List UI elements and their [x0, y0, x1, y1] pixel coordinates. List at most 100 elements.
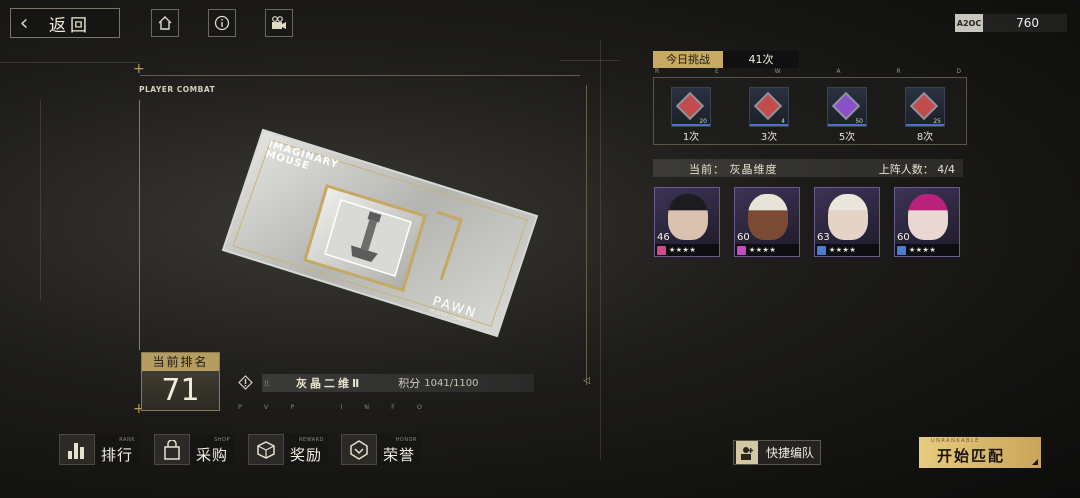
tier-name: 灰晶二维Ⅱ [296, 377, 363, 390]
currency-display: A2OC 760 [955, 14, 1067, 32]
shopping-bag-icon [154, 434, 190, 465]
character-portrait [908, 194, 948, 240]
rank-nav-button[interactable]: RANK 排行 [59, 434, 139, 465]
frame-right-line [586, 85, 587, 385]
team-count: 上阵人数： 4/4 [878, 163, 955, 176]
shop-nav-button[interactable]: SHOP 采购 [154, 434, 234, 465]
home-button[interactable] [151, 9, 179, 37]
reward-nav-button[interactable]: REWARD 奖励 [248, 434, 328, 465]
team-member-card[interactable]: 63 ★★★★ [814, 187, 880, 257]
character-portrait [828, 194, 868, 240]
current-dimension: 当前： 灰晶维度 [689, 163, 778, 176]
badge-icon [341, 434, 377, 465]
score-label: 积分 [398, 377, 421, 390]
reward-progress-bar [828, 124, 866, 126]
reward-letter: R [655, 68, 660, 75]
reward-gem-icon [753, 91, 783, 121]
honor-nav-en: HONOR [395, 437, 417, 443]
reward-progress-bar [906, 124, 944, 126]
shop-nav-en: SHOP [214, 437, 230, 443]
team-member-card[interactable]: 60 ★★★★ [734, 187, 800, 257]
today-challenge-row: 今日挑战 41次 [653, 51, 799, 68]
reward-letter: A [836, 68, 841, 75]
rank-value: 71 [161, 373, 200, 408]
start-match-en: UNRANKABLE [931, 438, 980, 444]
tier-info-bar: ⁞⁞ 灰晶二维Ⅱ 积分 1041/1100 [262, 374, 534, 392]
rank-nav-label: 排行 [101, 446, 134, 464]
home-icon [158, 16, 172, 30]
rank-label: 当前排名 [142, 353, 219, 371]
team-member-card[interactable]: 46 ★★★★ [654, 187, 720, 257]
reward-label: 1次 [682, 132, 700, 143]
currency-chip: A2OC [955, 14, 983, 32]
player-combat-label: PLAYER COMBAT [139, 85, 216, 94]
character-level: 46 [657, 232, 670, 243]
rank-nav-en: RANK [119, 437, 135, 443]
class-icon [817, 245, 826, 255]
reward-item[interactable]: 50 [827, 87, 867, 127]
currency-amount: 760 [1016, 16, 1039, 30]
pvp-info-label: PVP INFO [238, 403, 444, 411]
honor-nav-label: 荣誉 [383, 446, 416, 464]
class-icon [737, 245, 746, 255]
grip-dots-icon: ⁞⁞ [264, 378, 270, 388]
reward-item[interactable]: 4 [749, 87, 789, 127]
frame-left-line [139, 100, 140, 350]
character-stars: ★★★★ [909, 246, 937, 254]
frame-top-line [140, 75, 580, 76]
character-level: 60 [897, 232, 910, 243]
reward-track: 20 1次 4 3次 50 5次 25 8次 [653, 77, 967, 145]
character-stars: ★★★★ [829, 246, 857, 254]
reward-gem-icon [675, 91, 705, 121]
reward-item[interactable]: 25 [905, 87, 945, 127]
back-label: 返回 [49, 15, 91, 36]
rank-card: IMAGINARY MOUSE PAWN PLAYER COMBAT [215, 128, 545, 338]
today-challenge-count: 41次 [723, 51, 799, 68]
reward-letter: W [774, 68, 781, 75]
info-icon [214, 15, 230, 31]
start-match-button[interactable]: UNRANKABLE 开始匹配 [919, 437, 1041, 468]
chevron-left-icon: ‹ [19, 10, 29, 36]
corner-triangle-icon [1032, 459, 1038, 465]
reward-letter: E [715, 68, 719, 75]
reward-label: 8次 [916, 132, 934, 143]
reward-label: 3次 [760, 132, 778, 143]
current-team-bar: 当前： 灰晶维度 上阵人数： 4/4 [653, 159, 963, 177]
shop-nav-label: 采购 [196, 446, 229, 464]
quick-team-label: 快捷编队 [766, 446, 815, 460]
score-value: 1041/1100 [424, 377, 479, 389]
character-portrait [668, 194, 708, 240]
character-portrait [748, 194, 788, 240]
reward-progress-bar [750, 124, 788, 126]
start-match-label: 开始匹配 [937, 447, 1006, 465]
reward-gem-icon [909, 91, 939, 121]
video-camera-icon [272, 16, 286, 29]
current-rank-box: 当前排名 71 [141, 352, 220, 411]
today-challenge-label: 今日挑战 [653, 51, 723, 68]
info-button[interactable] [208, 9, 236, 37]
reward-nav-en: REWARD [298, 437, 324, 443]
reward-gem-icon [831, 91, 861, 121]
character-level: 60 [737, 232, 750, 243]
bar-chart-icon [59, 434, 95, 465]
quick-team-button[interactable]: 快捷编队 [733, 440, 821, 465]
reward-item[interactable]: 20 [671, 87, 711, 127]
honor-nav-button[interactable]: HONOR 荣誉 [341, 434, 421, 465]
character-stars: ★★★★ [669, 246, 697, 254]
reward-letter: R [896, 68, 901, 75]
replay-camera-button[interactable] [265, 9, 293, 37]
gift-box-icon [248, 434, 284, 465]
back-button[interactable]: ‹ 返回 [10, 8, 120, 38]
frame-corner-top-left: + [133, 61, 145, 77]
reward-letters: R E W A R D [653, 68, 963, 75]
reward-progress-bar [672, 124, 710, 126]
character-stars: ★★★★ [749, 246, 777, 254]
person-add-icon [736, 441, 758, 464]
team-member-card[interactable]: 60 ★★★★ [894, 187, 960, 257]
character-level: 63 [817, 232, 830, 243]
warning-icon[interactable] [238, 375, 253, 390]
reward-nav-label: 奖励 [290, 446, 323, 464]
reward-letter: D [956, 68, 961, 75]
class-icon [897, 245, 906, 255]
triangle-left-icon: ◁ [583, 376, 590, 386]
